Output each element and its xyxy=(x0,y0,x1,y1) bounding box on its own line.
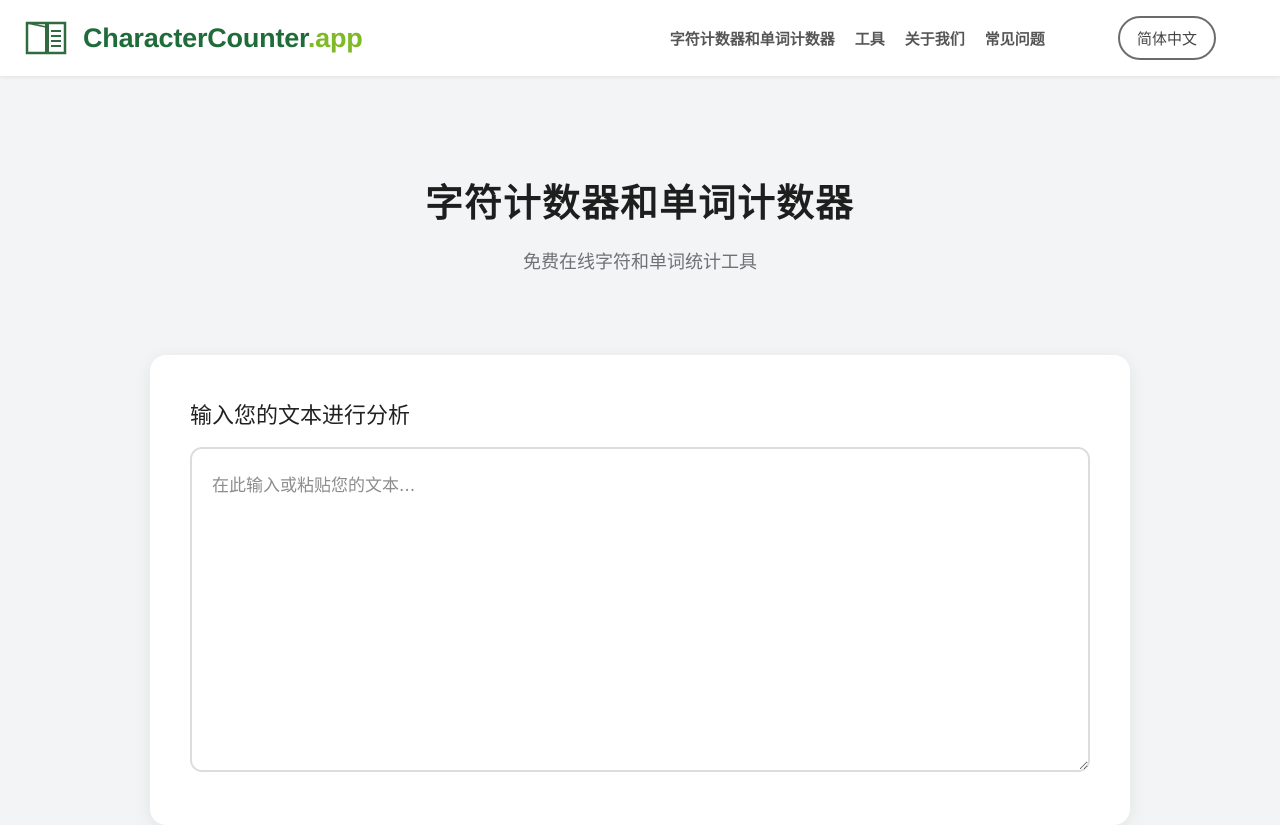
nav-link-character-counter[interactable]: 字符计数器和单词计数器 xyxy=(670,28,835,49)
brand-name: CharacterCounter.app xyxy=(83,19,363,57)
nav-link-tools[interactable]: 工具 xyxy=(855,28,885,49)
text-analysis-card: 输入您的文本进行分析 xyxy=(150,355,1130,825)
open-book-icon xyxy=(25,21,67,55)
page-subtitle: 免费在线字符和单词统计工具 xyxy=(523,252,757,273)
brand-name-main: CharacterCounter xyxy=(83,23,308,53)
main-nav: 字符计数器和单词计数器 工具 关于我们 常见问题 xyxy=(670,0,1045,76)
page-title: 字符计数器和单词计数器 xyxy=(425,181,855,225)
nav-link-about[interactable]: 关于我们 xyxy=(905,28,965,49)
text-input-label: 输入您的文本进行分析 xyxy=(190,404,411,429)
language-selector-button[interactable]: 简体中文 xyxy=(1118,16,1216,60)
nav-link-faq[interactable]: 常见问题 xyxy=(985,28,1045,49)
brand-name-suffix: .app xyxy=(307,23,363,53)
brand-logo-link[interactable]: CharacterCounter.app xyxy=(25,19,363,57)
text-input-area[interactable] xyxy=(190,447,1090,772)
top-navigation-bar: CharacterCounter.app 字符计数器和单词计数器 工具 关于我们… xyxy=(0,0,1280,76)
